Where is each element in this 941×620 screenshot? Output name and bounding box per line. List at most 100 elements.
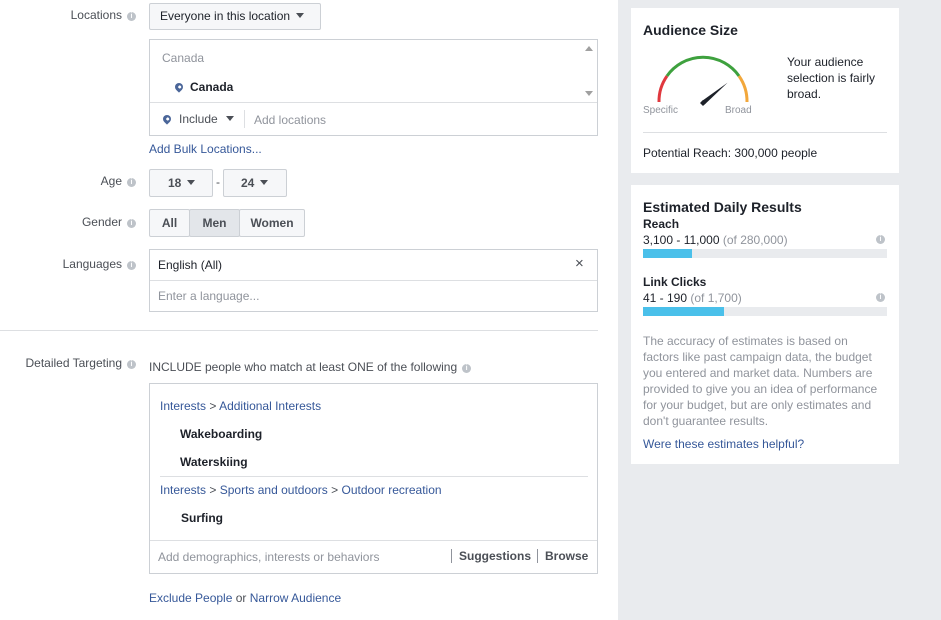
section-divider [0, 330, 598, 331]
scroll-down-icon[interactable] [585, 91, 593, 96]
targeting-path-1: Interests > Additional Interests [160, 399, 321, 413]
suggestions-button[interactable]: Suggestions [459, 549, 531, 563]
detailed-targeting-label-text: Detailed Targeting [25, 356, 122, 370]
suggestions-divider [451, 549, 452, 563]
info-icon[interactable]: i [127, 261, 136, 270]
close-icon[interactable]: × [575, 255, 584, 272]
group-divider [160, 476, 588, 477]
location-type-select[interactable]: Everyone in this location [149, 3, 321, 30]
age-min-value: 18 [168, 176, 182, 190]
targeting-item[interactable]: Wakeboarding [180, 427, 262, 441]
language-divider [150, 280, 597, 281]
chevron-down-icon [296, 13, 305, 18]
gauge-green-segment [665, 55, 741, 77]
detailed-targeting-label: Detailed Targeting i [25, 356, 136, 370]
path-separator: > [209, 483, 217, 497]
reach-range: 3,100 - 11,000 (of 280,000) [643, 233, 788, 247]
location-selected-text: Canada [190, 80, 234, 94]
reach-range-value: 3,100 - 11,000 [643, 233, 720, 247]
exclude-people-link[interactable]: Exclude People [149, 591, 232, 605]
audience-size-title: Audience Size [643, 22, 738, 38]
info-icon[interactable]: i [876, 235, 885, 244]
estimates-disclaimer: The accuracy of estimates is based on fa… [643, 333, 877, 429]
disclaimer-line: The accuracy of estimates is based on [643, 334, 848, 348]
chevron-down-icon [187, 180, 196, 185]
include-divider [244, 110, 245, 128]
language-input[interactable]: Enter a language... [158, 289, 259, 303]
disclaimer-line: for your budget, but are only estimates … [643, 398, 872, 412]
location-divider [150, 102, 597, 103]
age-max-value: 24 [241, 176, 255, 190]
estimated-results-card: Estimated Daily Results Reach 3,100 - 11… [631, 185, 899, 464]
targeting-box: Interests > Additional Interests Wakeboa… [149, 383, 598, 574]
location-box: Canada Canada Include Add locations [149, 39, 598, 136]
right-panel: Audience Size Specific Broad Your audien… [618, 0, 941, 620]
gauge-broad-label: Broad [725, 105, 752, 116]
audience-gauge [657, 55, 749, 106]
chevron-down-icon [260, 180, 269, 185]
gender-men-button[interactable]: Men [189, 209, 240, 237]
locations-label: Locations i [71, 8, 136, 22]
gender-men-label: Men [202, 216, 227, 230]
reach-label: Reach [643, 217, 680, 231]
targeting-item[interactable]: Surfing [181, 511, 223, 525]
info-icon[interactable]: i [127, 360, 136, 369]
include-description-text: INCLUDE people who match at least ONE of… [149, 360, 458, 374]
path-separator: > [209, 399, 217, 413]
disclaimer-line: you entered and market data. Numbers are [643, 366, 873, 380]
include-select[interactable]: Include [161, 112, 234, 126]
add-targeting-divider [150, 540, 597, 541]
info-icon[interactable]: i [127, 178, 136, 187]
targeting-item[interactable]: Waterskiing [180, 455, 248, 469]
gauge-needle [700, 82, 728, 106]
info-icon[interactable]: i [876, 293, 885, 302]
add-targeting-input[interactable]: Add demographics, interests or behaviors [158, 550, 379, 564]
age-label-text: Age [100, 174, 122, 188]
age-separator: - [216, 175, 220, 189]
exclude-narrow-row: Exclude People or Narrow Audience [149, 591, 341, 605]
age-min-select[interactable]: 18 [149, 169, 213, 197]
add-bulk-locations-link[interactable]: Add Bulk Locations... [149, 142, 262, 156]
include-select-text: Include [179, 112, 218, 126]
scroll-up-icon[interactable] [585, 46, 593, 51]
info-icon[interactable]: i [127, 219, 136, 228]
estimated-results-title: Estimated Daily Results [643, 199, 802, 215]
info-icon[interactable]: i [127, 12, 136, 21]
gender-women-button[interactable]: Women [239, 209, 305, 237]
browse-button[interactable]: Browse [545, 549, 588, 563]
path-link[interactable]: Outdoor recreation [342, 483, 442, 497]
gender-all-button[interactable]: All [149, 209, 190, 237]
narrow-audience-link[interactable]: Narrow Audience [250, 591, 341, 605]
include-description: INCLUDE people who match at least ONE of… [149, 360, 472, 374]
gauge-orange-segment [737, 75, 749, 103]
clicks-range-total: (of 1,700) [690, 291, 742, 305]
age-max-select[interactable]: 24 [223, 169, 287, 197]
disclaimer-line: factors like past campaign data, the bud… [643, 350, 872, 364]
location-pin-icon [161, 113, 173, 125]
chevron-down-icon [225, 116, 234, 121]
location-selected-item[interactable]: Canada [173, 80, 234, 94]
path-link[interactable]: Interests [160, 399, 206, 413]
gauge-needle-pointer [701, 82, 728, 105]
age-label: Age i [101, 174, 136, 188]
location-scrollbar[interactable] [581, 40, 597, 102]
browse-divider [537, 549, 538, 563]
estimates-helpful-link[interactable]: Were these estimates helpful? [643, 437, 804, 451]
clicks-bar [643, 307, 887, 316]
audience-description-line: selection is fairly [787, 71, 876, 85]
gender-label: Gender i [82, 215, 136, 229]
info-icon[interactable]: i [462, 364, 472, 373]
path-link[interactable]: Additional Interests [219, 399, 321, 413]
audience-size-card: Audience Size Specific Broad Your audien… [631, 8, 899, 173]
add-locations-input[interactable]: Add locations [254, 113, 326, 127]
audience-description: Your audience selection is fairly broad. [787, 54, 875, 102]
location-list: Canada Canada [150, 40, 581, 102]
path-link[interactable]: Interests [160, 483, 206, 497]
language-selected: English (All) [158, 258, 223, 272]
audience-description-line: broad. [787, 87, 822, 101]
path-link[interactable]: Sports and outdoors [220, 483, 328, 497]
or-text: or [235, 591, 247, 605]
gauge-red-segment [657, 75, 669, 103]
locations-label-text: Locations [70, 8, 122, 22]
audience-divider [643, 132, 887, 133]
